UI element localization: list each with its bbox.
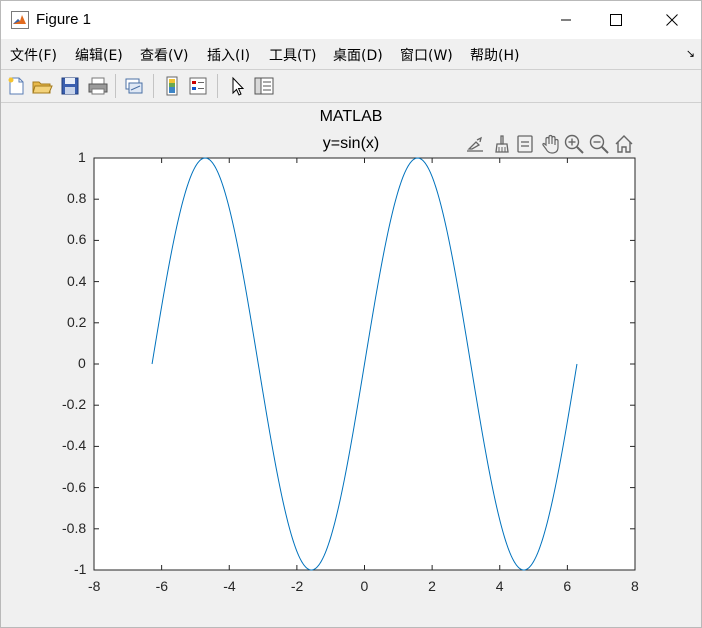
- sine-series-line: [151, 157, 578, 571]
- y-tick-label: 0: [78, 355, 86, 371]
- y-tick-label: 0.2: [67, 313, 87, 330]
- x-tick-label: -8: [88, 578, 101, 594]
- y-tick-label: -0.8: [62, 519, 87, 536]
- y-tick-label: 0.8: [67, 190, 87, 207]
- x-tick-label: -4: [223, 578, 236, 594]
- y-tick-label: -0.2: [62, 396, 87, 413]
- y-tick-label: 0.6: [67, 231, 87, 248]
- y-tick-label: -0.4: [62, 437, 87, 454]
- y-tick-label: -1: [74, 561, 87, 577]
- x-tick-label: 2: [428, 578, 436, 594]
- y-tick-label: 0.4: [67, 272, 87, 289]
- x-tick-label: 6: [563, 578, 572, 594]
- x-tick-label: 0: [360, 578, 369, 594]
- figure-window: Figure 1 文件(F) 编辑(E) 查看(V) 插入(I) 工具(T) 桌…: [0, 0, 702, 628]
- y-tick-label: -0.6: [62, 478, 87, 495]
- sine-plot: [93, 157, 636, 571]
- x-tick-label: -2: [290, 578, 304, 594]
- x-tick-label: 8: [631, 578, 639, 594]
- y-tick-label: 1: [78, 149, 86, 165]
- x-tick-label: 4: [495, 578, 504, 594]
- x-tick-label: -6: [155, 578, 169, 594]
